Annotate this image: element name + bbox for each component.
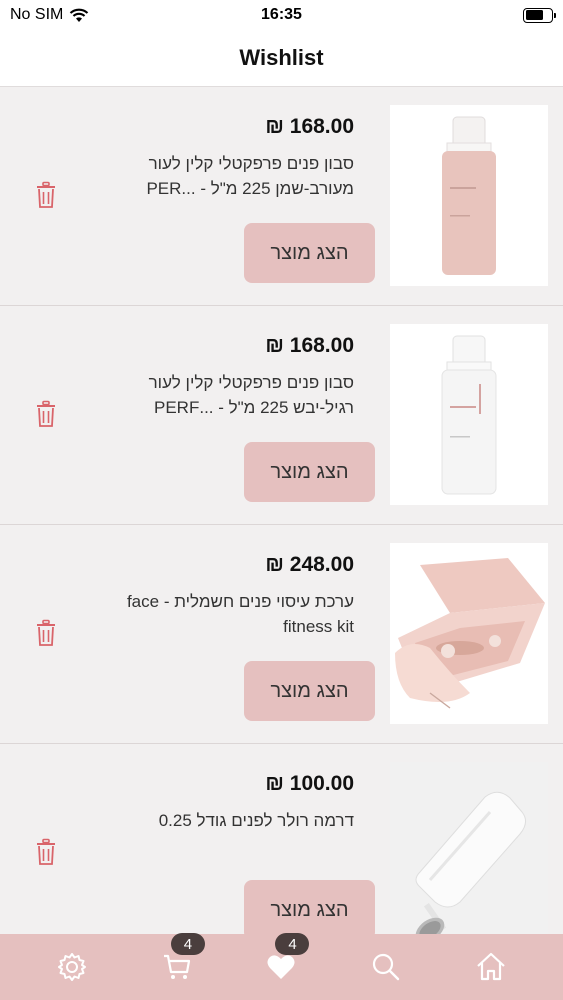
- trash-icon[interactable]: [34, 181, 58, 209]
- list-item: ₪ 168.00 סבון פנים פרפקטלי קלין לעור רגי…: [0, 306, 563, 525]
- status-bar: No SIM 16:35: [0, 0, 563, 30]
- view-product-button[interactable]: הצג מוצר: [244, 880, 375, 934]
- product-name: סבון פנים פרפקטלי קלין לעור רגיל-יבש 225…: [148, 373, 354, 417]
- product-image[interactable]: [390, 543, 548, 724]
- cart-badge: 4: [170, 933, 205, 955]
- product-image[interactable]: [390, 762, 548, 934]
- battery-icon: [523, 7, 556, 23]
- tab-home[interactable]: [471, 947, 511, 987]
- white-foam-bottle-icon: [441, 335, 497, 495]
- wishlist-badge: 4: [275, 933, 310, 955]
- product-price: ₪ 168.00: [265, 115, 354, 138]
- trash-icon[interactable]: [34, 838, 58, 866]
- wishlist-list: ₪ 168.00 סבון פנים פרפקטלי קלין לעור מעו…: [0, 87, 563, 934]
- view-product-button[interactable]: הצג מוצר: [244, 442, 375, 502]
- product-price: ₪ 100.00: [265, 772, 354, 795]
- product-image[interactable]: [390, 105, 548, 286]
- product-name: סבון פנים פרפקטלי קלין לעור מעורב-שמן 22…: [146, 154, 354, 198]
- tab-wishlist[interactable]: 4: [261, 933, 310, 987]
- view-product-button[interactable]: הצג מוצר: [244, 661, 375, 721]
- search-icon: [372, 953, 400, 981]
- list-item: ₪ 248.00 ערכת עיסוי פנים חשמלית - face f…: [0, 525, 563, 744]
- list-item: ₪ 168.00 סבון פנים פרפקטלי קלין לעור מעו…: [0, 87, 563, 306]
- heart-icon: [267, 955, 295, 979]
- gear-icon: [58, 953, 87, 981]
- derma-roller-icon: [415, 791, 526, 934]
- product-name: דרמה רולר לפנים גודל 0.25: [158, 811, 354, 830]
- product-price: ₪ 168.00: [265, 334, 354, 357]
- face-fitness-kit-box-icon: [395, 558, 545, 709]
- tab-bar: 4 4: [0, 933, 563, 1000]
- pink-foam-bottle-icon: [442, 116, 496, 275]
- view-product-button[interactable]: הצג מוצר: [244, 223, 375, 283]
- list-item: ₪ 100.00 דרמה רולר לפנים גודל 0.25 הצג מ…: [0, 744, 563, 934]
- product-image[interactable]: [390, 324, 548, 505]
- tab-search[interactable]: [366, 947, 406, 987]
- carrier-label: No SIM: [10, 6, 64, 23]
- page-title: Wishlist: [239, 45, 324, 70]
- tab-cart[interactable]: 4: [157, 933, 205, 987]
- home-icon: [476, 952, 505, 981]
- tab-settings[interactable]: [52, 947, 92, 987]
- trash-icon[interactable]: [34, 400, 58, 428]
- cart-icon: [163, 954, 190, 979]
- nav-header: Wishlist: [0, 30, 563, 87]
- wifi-icon: [70, 8, 89, 22]
- product-price: ₪ 248.00: [265, 553, 354, 576]
- status-left: No SIM: [10, 6, 89, 24]
- trash-icon[interactable]: [34, 619, 58, 647]
- product-name: ערכת עיסוי פנים חשמלית - face fitness ki…: [126, 592, 354, 636]
